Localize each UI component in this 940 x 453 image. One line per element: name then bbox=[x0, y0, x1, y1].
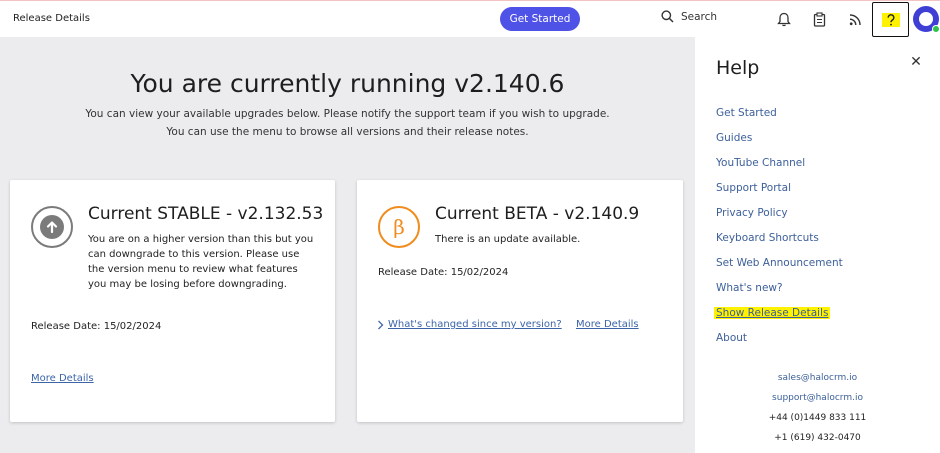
uk-phone-number: +44 (0)1449 833 111 bbox=[768, 413, 867, 423]
clipboard-icon bbox=[813, 11, 825, 27]
help-link-keyboard-shortcuts[interactable]: Keyboard Shortcuts bbox=[716, 232, 843, 257]
help-link-guides[interactable]: Guides bbox=[716, 132, 843, 157]
sales-email-link[interactable]: sales@halocrm.io bbox=[695, 373, 940, 383]
beta-more-details-link[interactable]: More Details bbox=[576, 319, 639, 330]
question-icon bbox=[886, 13, 894, 25]
help-panel: Help ✕ Get Started Guides YouTube Channe… bbox=[695, 37, 940, 453]
stable-more-details-link[interactable]: More Details bbox=[31, 373, 94, 384]
rss-icon bbox=[849, 13, 861, 25]
help-link-get-started[interactable]: Get Started bbox=[716, 107, 843, 132]
feed-button[interactable] bbox=[845, 9, 865, 29]
online-status-dot bbox=[932, 25, 940, 33]
help-link-set-web-announcement[interactable]: Set Web Announcement bbox=[716, 257, 843, 282]
beta-version-card: β Current BETA - v2.140.9 There is an up… bbox=[357, 180, 683, 422]
whats-changed-row[interactable]: What's changed since my version? bbox=[377, 319, 562, 330]
stable-version-title: Current STABLE - v2.132.53 bbox=[88, 204, 324, 224]
us-phone-number: +1 (619) 432-0470 bbox=[774, 433, 861, 443]
notifications-button[interactable] bbox=[774, 9, 794, 29]
help-link-show-release-details[interactable]: Show Release Details bbox=[714, 307, 843, 332]
current-version-heading: You are currently running v2.140.6 bbox=[130, 69, 565, 98]
beta-release-date: Release Date: 15/02/2024 bbox=[378, 267, 509, 278]
bell-icon bbox=[777, 12, 791, 26]
get-started-button[interactable]: Get Started bbox=[500, 7, 580, 31]
avatar[interactable] bbox=[913, 6, 940, 33]
beta-icon: β bbox=[378, 206, 420, 248]
help-link-whats-new[interactable]: What's new? bbox=[716, 282, 843, 307]
help-link-privacy-policy[interactable]: Privacy Policy bbox=[716, 207, 843, 232]
search-button[interactable]: Search bbox=[661, 10, 717, 23]
stable-version-card: Current STABLE - v2.132.53 You are on a … bbox=[10, 180, 335, 422]
menu-info-text: You can use the menu to browse all versi… bbox=[166, 126, 529, 138]
upgrade-info-text: You can view your available upgrades bel… bbox=[85, 108, 610, 120]
search-label: Search bbox=[681, 10, 718, 23]
chevron-right-icon bbox=[378, 320, 384, 329]
whats-changed-link[interactable]: What's changed since my version? bbox=[388, 319, 562, 330]
help-link-youtube-channel[interactable]: YouTube Channel bbox=[716, 157, 843, 182]
help-panel-title: Help bbox=[716, 57, 760, 79]
stable-release-date: Release Date: 15/02/2024 bbox=[31, 321, 162, 332]
beta-version-title: Current BETA - v2.140.9 bbox=[435, 204, 640, 224]
help-highlight bbox=[881, 12, 900, 27]
beta-version-description: There is an update available. bbox=[435, 234, 581, 245]
avatar-chat-icon bbox=[919, 12, 933, 26]
arrow-up-circle-icon bbox=[31, 206, 73, 248]
top-bar: Release Details Get Started Search bbox=[0, 0, 940, 37]
search-icon bbox=[661, 10, 674, 23]
close-icon[interactable]: ✕ bbox=[908, 54, 924, 70]
support-email-link[interactable]: support@halocrm.io bbox=[695, 393, 940, 403]
help-button[interactable] bbox=[872, 2, 909, 37]
help-link-about[interactable]: About bbox=[716, 332, 843, 357]
help-link-support-portal[interactable]: Support Portal bbox=[716, 182, 843, 207]
help-links-list: Get Started Guides YouTube Channel Suppo… bbox=[714, 107, 843, 357]
page-title: Release Details bbox=[13, 13, 90, 24]
stable-version-description: You are on a higher version than this bu… bbox=[88, 234, 314, 290]
show-release-details-label: Show Release Details bbox=[714, 307, 831, 319]
clipboard-button[interactable] bbox=[809, 9, 829, 29]
